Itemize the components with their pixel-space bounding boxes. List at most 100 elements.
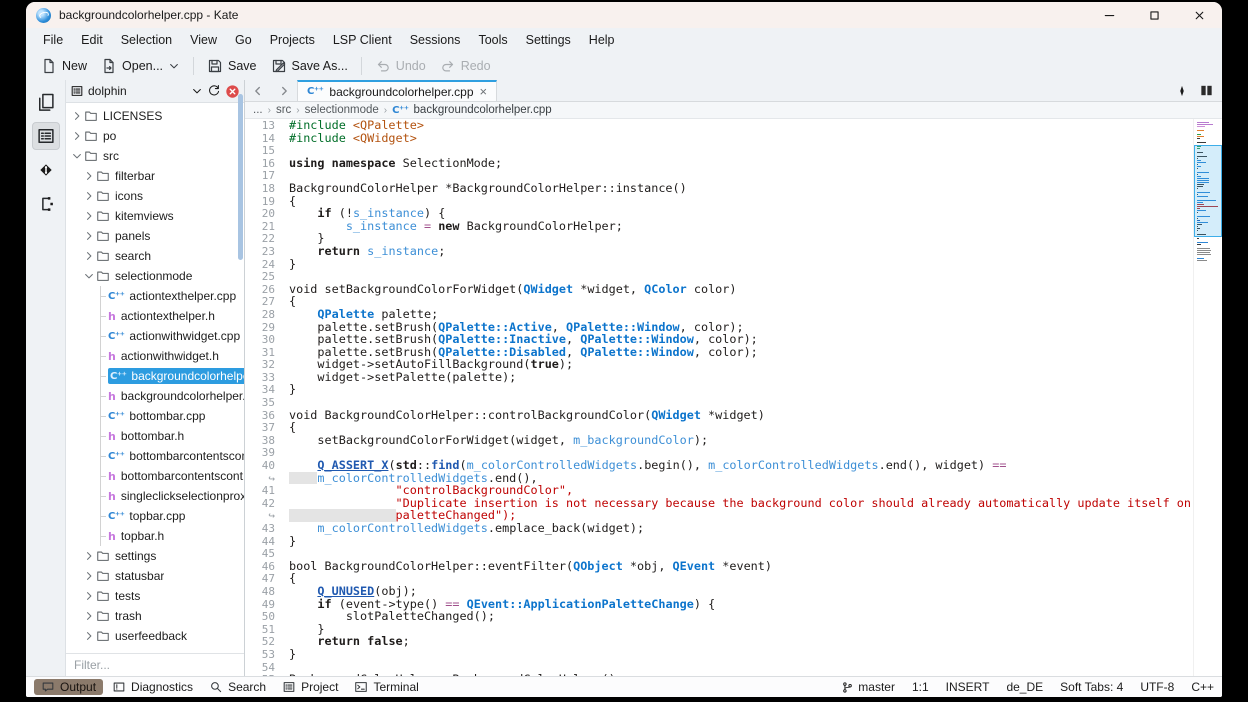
save-button[interactable]: Save [200, 55, 264, 77]
status-de-de[interactable]: de_DE [1006, 680, 1043, 694]
status-1-1[interactable]: 1:1 [912, 680, 929, 694]
chevron-right-icon[interactable] [82, 230, 96, 242]
tree-item-singleclickselectionproxy-[interactable]: h singleclickselectionproxy... [66, 486, 244, 506]
chevron-right-icon[interactable] [82, 190, 96, 202]
chevron-right-icon[interactable] [82, 210, 96, 222]
code-line-44[interactable]: 44} [245, 534, 1194, 547]
code-line-14[interactable]: 14 #include <QWidget> [245, 131, 1194, 144]
tree-item-bottombarcontentscont-[interactable]: C⁺⁺ bottombarcontentscont... [66, 446, 244, 466]
code-line-46[interactable]: 46 bool BackgroundColorHelper::eventFilte… [245, 559, 1194, 572]
filter-input[interactable] [66, 654, 244, 676]
tree-item-bottombarcontentscont-[interactable]: h bottombarcontentscont... [66, 466, 244, 486]
tree-item-backgroundcolorhelper-h[interactable]: h backgroundcolorhelper.h [66, 386, 244, 406]
tree-item-icons[interactable]: icons [66, 186, 244, 206]
tree-item-src[interactable]: src [66, 146, 244, 166]
minimap-viewport[interactable] [1194, 145, 1222, 237]
tree-item-tests[interactable]: tests [66, 586, 244, 606]
status-soft-tabs-4[interactable]: Soft Tabs: 4 [1060, 680, 1123, 694]
code-line-50[interactable]: 50 slotPaletteChanged(); [245, 610, 1194, 623]
menu-settings[interactable]: Settings [517, 30, 580, 50]
statusbar-project-button[interactable]: Project [275, 679, 345, 695]
project-selector[interactable]: dolphin [66, 80, 244, 103]
minimize-button[interactable] [1087, 2, 1132, 28]
tree-item-search[interactable]: search [66, 246, 244, 266]
code-line-36[interactable]: 36 void BackgroundColorHelper::controlBac… [245, 408, 1194, 421]
code-line-38[interactable]: 38 setBackgroundColorForWidget(widget, m… [245, 434, 1194, 447]
saveas-button[interactable]: Save As... [264, 55, 355, 77]
back-button[interactable] [245, 80, 271, 101]
chevron-right-icon[interactable] [82, 590, 96, 602]
code-line-53[interactable]: 53} [245, 648, 1194, 661]
tree-item-bottombar-cpp[interactable]: C⁺⁺ bottombar.cpp [66, 406, 244, 426]
statusbar-terminal-button[interactable]: Terminal [347, 679, 425, 695]
menu-sessions[interactable]: Sessions [401, 30, 470, 50]
tree-scrollbar[interactable] [238, 94, 243, 260]
maximize-button[interactable] [1132, 2, 1177, 28]
status-utf-8[interactable]: UTF-8 [1140, 680, 1174, 694]
tree-item-actionwithwidget-h[interactable]: h actionwithwidget.h [66, 346, 244, 366]
code-line-24[interactable]: 24} [245, 257, 1194, 270]
menu-selection[interactable]: Selection [112, 30, 181, 50]
close-button[interactable] [1177, 2, 1222, 28]
open-button[interactable]: Open... [94, 55, 187, 77]
menu-edit[interactable]: Edit [72, 30, 112, 50]
undo-button[interactable]: Undo [368, 55, 433, 77]
code-line-43[interactable]: 43 m_colorControlledWidgets.emplace_back… [245, 522, 1194, 535]
code-line-26[interactable]: 26 void setBackgroundColorForWidget(QWidg… [245, 282, 1194, 295]
chevron-right-icon[interactable] [82, 250, 96, 262]
status-c-[interactable]: C++ [1191, 680, 1214, 694]
chevron-right-icon[interactable] [82, 630, 96, 642]
code-line-52[interactable]: 52 return false; [245, 635, 1194, 648]
tab-backgroundcolorhelper[interactable]: C⁺⁺ backgroundcolorhelper.cpp × [297, 80, 498, 101]
tree-item-settings[interactable]: settings [66, 546, 244, 566]
chevron-right-icon[interactable] [82, 570, 96, 582]
tree-item-po[interactable]: po [66, 126, 244, 146]
statusbar-search-button[interactable]: Search [202, 679, 273, 695]
sidebar-tool-symbols[interactable] [32, 190, 60, 218]
chevron-down-icon[interactable] [191, 85, 203, 97]
tree-item-topbar-h[interactable]: h topbar.h [66, 526, 244, 546]
tree-item-panels[interactable]: panels [66, 226, 244, 246]
tree-item-backgroundcolorhelper-c-[interactable]: C⁺⁺ backgroundcolorhelper.c... [66, 366, 244, 386]
menu-view[interactable]: View [181, 30, 226, 50]
new-button[interactable]: New [34, 55, 94, 77]
statusbar-diagnostics-button[interactable]: Diagnostics [105, 679, 200, 695]
quick-open-icon[interactable] [1175, 84, 1189, 98]
code-line-18[interactable]: 18 BackgroundColorHelper *BackgroundColor… [245, 182, 1194, 195]
tree-item-licenses[interactable]: LICENSES [66, 106, 244, 126]
tree-item-actionwithwidget-cpp[interactable]: C⁺⁺ actionwithwidget.cpp [66, 326, 244, 346]
chevron-right-icon[interactable] [70, 110, 84, 122]
chevron-down-icon[interactable] [70, 150, 84, 162]
code-view[interactable]: 13 #include <QPalette> 14 #include <QWidget… [245, 119, 1194, 676]
breadcrumb-overflow[interactable]: ... [253, 104, 263, 116]
tree-item-actiontexthelper-h[interactable]: h actiontexthelper.h [66, 306, 244, 326]
code-line-34[interactable]: 34} [245, 383, 1194, 396]
breadcrumb-part[interactable]: selectionmode [305, 104, 379, 116]
tree-item-kitemviews[interactable]: kitemviews [66, 206, 244, 226]
chevron-right-icon[interactable] [82, 170, 96, 182]
chevron-right-icon[interactable] [82, 550, 96, 562]
status-master[interactable]: master [841, 680, 895, 694]
sidebar-tool-git[interactable] [32, 156, 60, 184]
tab-close-icon[interactable]: × [480, 84, 488, 99]
menu-lsp-client[interactable]: LSP Client [324, 30, 401, 50]
status-insert[interactable]: INSERT [946, 680, 990, 694]
split-view-icon[interactable] [1199, 83, 1214, 98]
code-line-21[interactable]: 21 s_instance = new BackgroundColorHelpe… [245, 219, 1194, 232]
tree-item-statusbar[interactable]: statusbar [66, 566, 244, 586]
breadcrumb-file[interactable]: backgroundcolorhelper.cpp [414, 104, 552, 116]
redo-button[interactable]: Redo [433, 55, 498, 77]
breadcrumb-part[interactable]: src [276, 104, 291, 116]
tree-item-filterbar[interactable]: filterbar [66, 166, 244, 186]
tree-item-topbar-cpp[interactable]: C⁺⁺ topbar.cpp [66, 506, 244, 526]
chevron-right-icon[interactable] [82, 610, 96, 622]
minimap-scrollbar[interactable] [1193, 119, 1222, 676]
sidebar-tool-documents[interactable] [32, 88, 60, 116]
code-line-42[interactable]: 42 "Duplicate insertion is not necessary… [245, 497, 1194, 510]
tree-item-selectionmode[interactable]: selectionmode [66, 266, 244, 286]
menu-go[interactable]: Go [226, 30, 261, 50]
tree-item-actiontexthelper-cpp[interactable]: C⁺⁺ actiontexthelper.cpp [66, 286, 244, 306]
tree-item-userfeedback[interactable]: userfeedback [66, 626, 244, 646]
chevron-down-icon[interactable] [82, 270, 96, 282]
menu-projects[interactable]: Projects [261, 30, 324, 50]
